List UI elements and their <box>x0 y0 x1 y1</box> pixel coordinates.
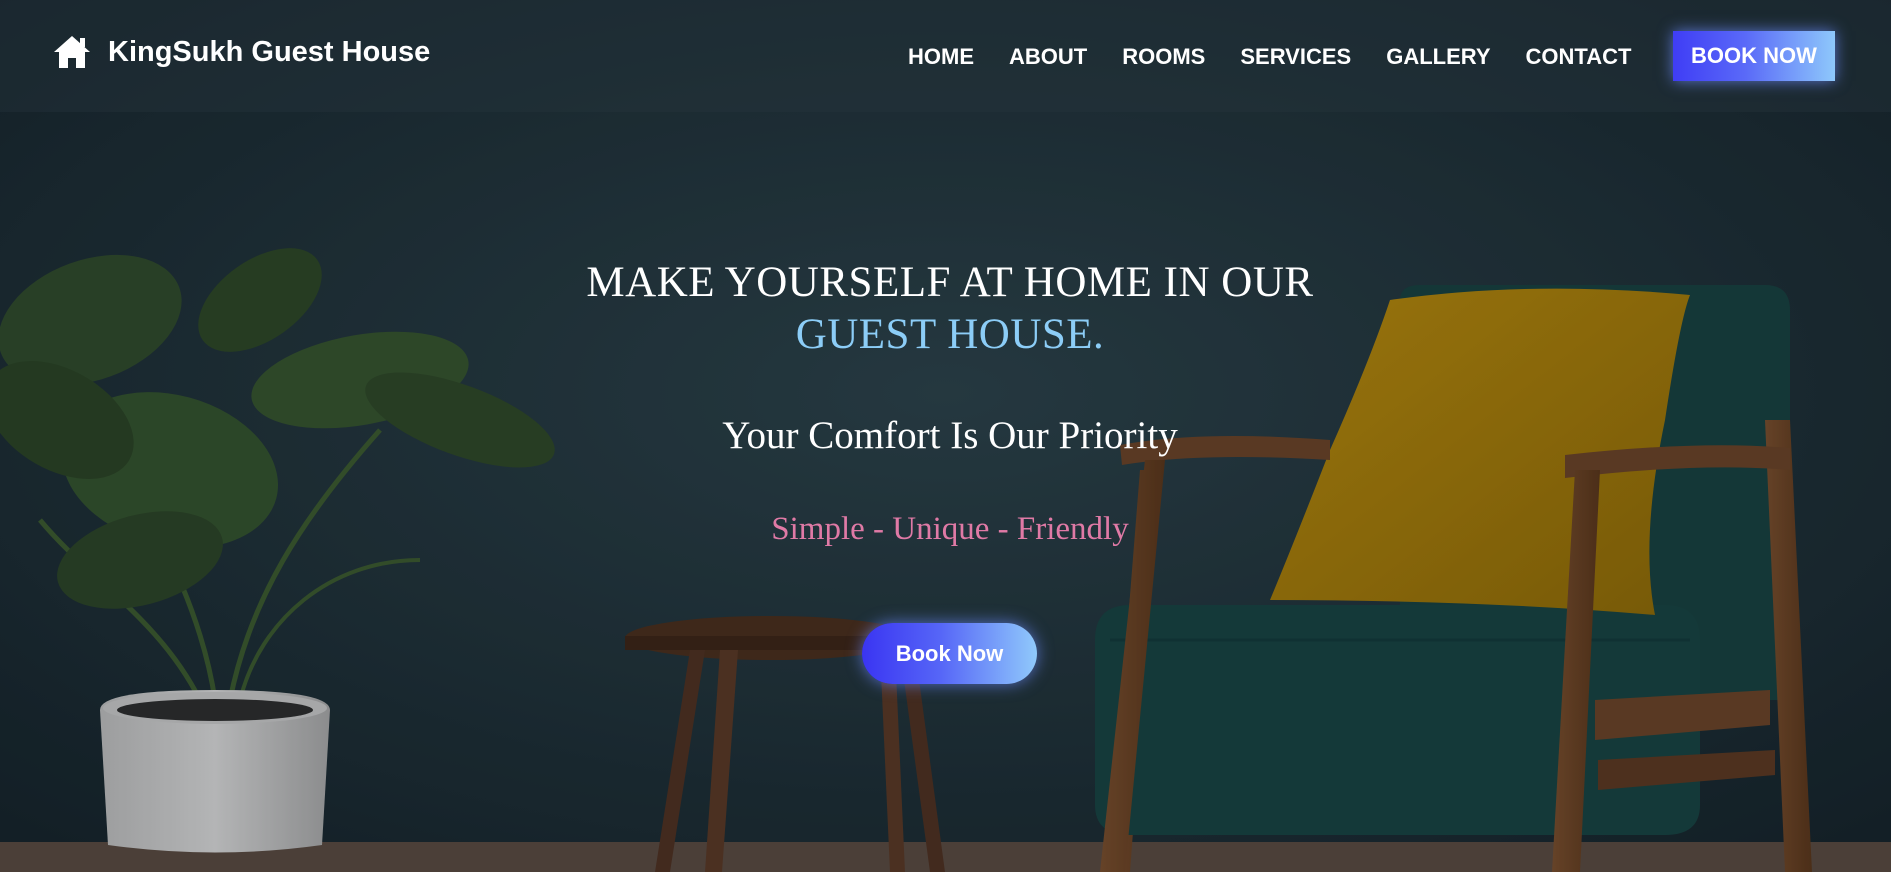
nav-book-now-button[interactable]: BOOK NOW <box>1673 31 1835 81</box>
nav-link-gallery[interactable]: GALLERY <box>1386 44 1490 70</box>
hero-headline-line1: MAKE YOURSELF AT HOME IN OUR <box>586 259 1314 306</box>
nav-link-contact[interactable]: CONTACT <box>1526 44 1632 70</box>
hero-subtitle: Your Comfort Is Our Priority <box>722 414 1178 457</box>
brand-logo[interactable]: KingSukh Guest House <box>52 34 430 70</box>
nav-link-services[interactable]: SERVICES <box>1240 44 1351 70</box>
home-icon <box>54 36 90 68</box>
main-nav: HOME ABOUT ROOMS SERVICES GALLERY CONTAC… <box>908 44 1666 70</box>
hero-book-now-button[interactable]: Book Now <box>862 623 1037 684</box>
navbar: KingSukh Guest House HOME ABOUT ROOMS SE… <box>0 0 1891 112</box>
hero-section: KingSukh Guest House HOME ABOUT ROOMS SE… <box>0 0 1891 872</box>
nav-link-rooms[interactable]: ROOMS <box>1122 44 1205 70</box>
nav-link-home[interactable]: HOME <box>908 44 974 70</box>
brand-name: KingSukh Guest House <box>108 35 431 68</box>
hero-headline-line2: GUEST HOUSE. <box>795 311 1105 358</box>
nav-link-about[interactable]: ABOUT <box>1009 44 1087 70</box>
hero-tagline: Simple - Unique - Friendly <box>771 511 1129 547</box>
